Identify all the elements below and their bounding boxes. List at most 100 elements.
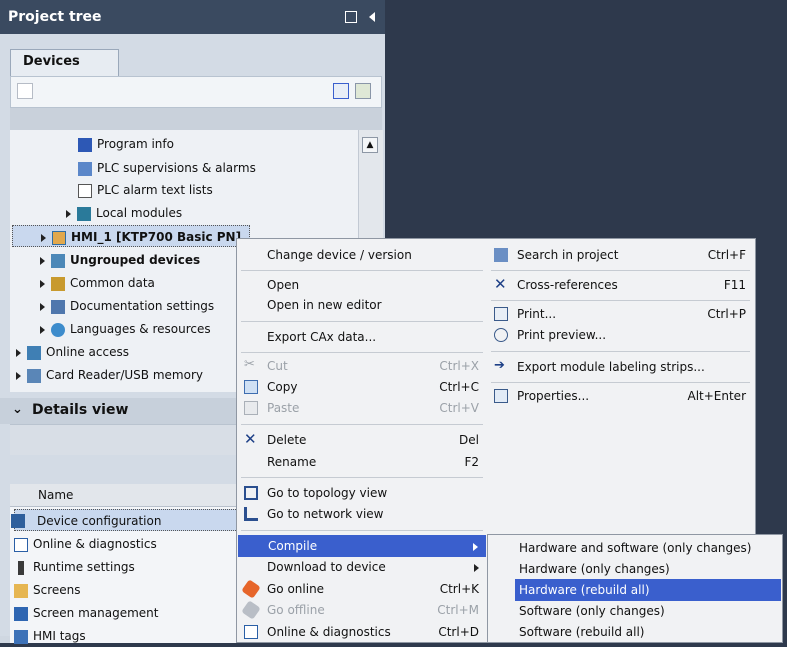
tree-item-label: PLC supervisions & alarms: [97, 161, 256, 175]
menu-export-cax[interactable]: Export CAx data...: [237, 326, 487, 348]
runtime-settings-icon: [18, 560, 24, 575]
menu-online-diagnostics[interactable]: Online & diagnostics Ctrl+D: [237, 621, 487, 643]
project-tree-title: Project tree: [8, 9, 102, 25]
scroll-up-icon[interactable]: ▲: [362, 137, 378, 153]
panel-controls[interactable]: [344, 9, 375, 23]
menu-rename[interactable]: Rename F2: [237, 451, 487, 473]
list-view-icon[interactable]: [333, 83, 349, 99]
menu-shortcut: Ctrl+F: [707, 248, 746, 262]
menu-label: Cut: [267, 359, 288, 373]
tree-item-online-access[interactable]: Online access: [16, 341, 129, 363]
expand-arrow-icon[interactable]: [40, 325, 45, 334]
menu-label: Open in new editor: [267, 298, 382, 312]
menu-print[interactable]: Print... Ctrl+P: [487, 303, 754, 325]
menu-properties[interactable]: Properties... Alt+Enter: [487, 385, 754, 407]
menu-cross-references[interactable]: ✕ Cross-references F11: [487, 274, 754, 296]
tree-item-card-reader[interactable]: Card Reader/USB memory: [16, 364, 203, 386]
project-tree-toolbar: [10, 76, 382, 108]
network-icon: [244, 507, 258, 521]
details-item-screens[interactable]: Screens: [14, 579, 81, 601]
chevron-down-icon[interactable]: ⌄: [12, 402, 23, 417]
tree-item-label: HMI_1 [KTP700 Basic PN]: [71, 230, 242, 244]
menu-change-device[interactable]: Change device / version: [237, 244, 487, 266]
menu-separator: [241, 477, 483, 478]
menu-search-project[interactable]: Search in project Ctrl+F: [487, 244, 754, 266]
tree-item-local-modules[interactable]: Local modules: [66, 202, 182, 224]
menu-shortcut: F11: [723, 278, 746, 292]
tree-item-plc-alarm-text[interactable]: PLC alarm text lists: [78, 179, 213, 201]
menu-download[interactable]: Download to device: [237, 556, 487, 578]
menu-label: Delete: [267, 433, 307, 447]
split-view-icon[interactable]: [344, 10, 357, 23]
menu-separator: [491, 382, 750, 383]
tree-item-ungrouped[interactable]: Ungrouped devices: [40, 249, 200, 271]
submenu-hw-changes[interactable]: Hardware (only changes): [489, 558, 781, 580]
diagnostics-icon: [14, 537, 28, 552]
menu-cut[interactable]: ✂ Cut Ctrl+X: [237, 355, 487, 377]
card-reader-icon: [27, 368, 41, 383]
menu-export-labeling-strips[interactable]: ➔ Export module labeling strips...: [487, 356, 754, 378]
menu-label: Copy: [267, 380, 298, 394]
menu-compile[interactable]: Compile: [238, 535, 486, 557]
expand-arrow-icon[interactable]: [66, 209, 71, 218]
supervision-icon: [78, 161, 92, 176]
details-item-online-diag[interactable]: Online & diagnostics: [14, 533, 157, 555]
menu-label: Go to network view: [267, 507, 384, 521]
submenu-hw-rebuild[interactable]: Hardware (rebuild all): [515, 579, 781, 601]
expand-arrow-icon[interactable]: [40, 256, 45, 265]
submenu-sw-rebuild[interactable]: Software (rebuild all): [489, 621, 781, 643]
details-item-device-config[interactable]: Device configuration: [11, 509, 238, 531]
add-device-icon[interactable]: [17, 83, 33, 99]
expand-arrow-icon[interactable]: [40, 279, 45, 288]
tree-item-plc-supervisions[interactable]: PLC supervisions & alarms: [78, 157, 256, 179]
menu-open[interactable]: Open: [237, 274, 487, 296]
menu-shortcut: Del: [459, 433, 479, 447]
details-item-hmi-tags[interactable]: HMI tags: [14, 625, 86, 647]
tree-item-hmi1[interactable]: HMI_1 [KTP700 Basic PN]: [12, 225, 250, 247]
ungrouped-devices-icon: [51, 253, 65, 268]
go-offline-icon: [241, 600, 261, 620]
menu-go-online[interactable]: Go online Ctrl+K: [237, 578, 487, 600]
menu-topology-view[interactable]: Go to topology view: [237, 482, 487, 504]
list-item-label: Online & diagnostics: [33, 537, 157, 551]
menu-copy[interactable]: Copy Ctrl+C: [237, 376, 487, 398]
export-icon[interactable]: [355, 83, 371, 99]
device-config-icon: [11, 514, 25, 528]
menu-label: Paste: [267, 401, 300, 415]
menu-separator: [241, 424, 483, 425]
copy-icon: [244, 380, 258, 394]
menu-print-preview[interactable]: Print preview...: [487, 324, 754, 346]
menu-paste[interactable]: Paste Ctrl+V: [237, 397, 487, 419]
tree-item-languages[interactable]: Languages & resources: [40, 318, 211, 340]
tree-item-label: Languages & resources: [70, 322, 211, 336]
submenu-sw-changes[interactable]: Software (only changes): [489, 600, 781, 622]
context-menu-secondary: Search in project Ctrl+F ✕ Cross-reference…: [487, 238, 756, 535]
tab-devices[interactable]: Devices: [10, 49, 119, 76]
tree-item-documentation[interactable]: Documentation settings: [40, 295, 214, 317]
expand-arrow-icon[interactable]: [16, 348, 21, 357]
menu-open-new-editor[interactable]: Open in new editor: [237, 294, 487, 316]
tree-item-label: Card Reader/USB memory: [46, 368, 203, 382]
menu-delete[interactable]: ✕ Delete Del: [237, 429, 487, 451]
languages-icon: [51, 322, 65, 337]
details-item-runtime[interactable]: Runtime settings: [14, 556, 135, 578]
details-item-screen-mgmt[interactable]: Screen management: [14, 602, 158, 624]
compile-submenu: Hardware and software (only changes) Har…: [487, 534, 783, 643]
expand-arrow-icon[interactable]: [16, 371, 21, 380]
submenu-hw-sw-changes[interactable]: Hardware and software (only changes): [489, 537, 781, 559]
topology-icon: [244, 486, 258, 500]
tree-item-label: Online access: [46, 345, 129, 359]
common-data-icon: [51, 276, 65, 291]
menu-label: Rename: [267, 455, 317, 469]
tree-item-program-info[interactable]: Program info: [78, 133, 174, 155]
menu-label: Change device / version: [267, 248, 412, 262]
expand-arrow-icon[interactable]: [40, 302, 45, 311]
tree-item-common-data[interactable]: Common data: [40, 272, 155, 294]
diagnostics-icon: [244, 625, 258, 639]
menu-label: Software (rebuild all): [519, 625, 645, 639]
menu-network-view[interactable]: Go to network view: [237, 503, 487, 525]
properties-icon: [494, 389, 508, 403]
expand-arrow-icon[interactable]: [41, 233, 46, 242]
menu-go-offline[interactable]: Go offline Ctrl+M: [237, 599, 487, 621]
collapse-left-icon[interactable]: [369, 11, 375, 22]
